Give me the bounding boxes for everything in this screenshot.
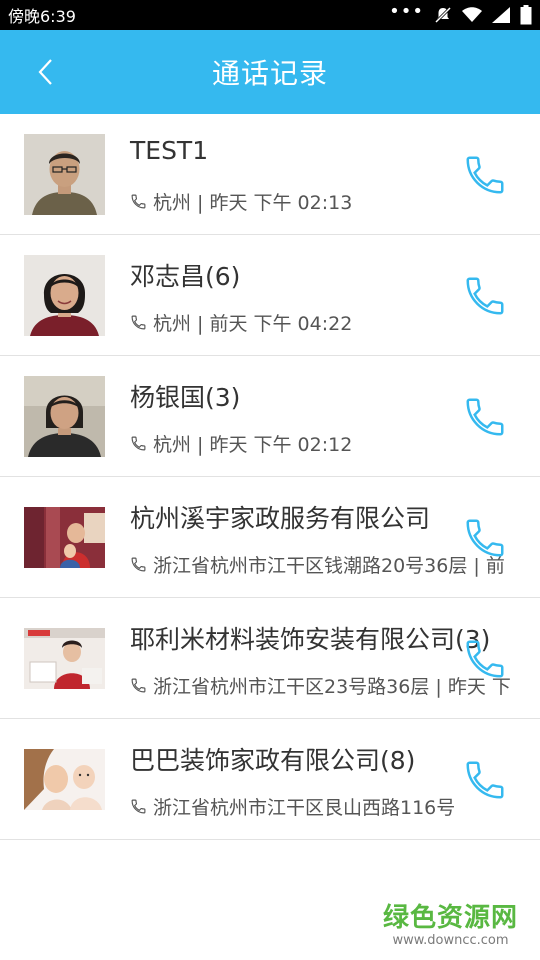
phone-icon [466,156,504,194]
phone-icon [466,640,504,678]
call-record-item[interactable]: 杨银国(3) 杭州 | 昨天 下午 02:12 [0,356,540,477]
call-button[interactable] [462,273,508,319]
call-record-item[interactable]: 杭州溪宇家政服务有限公司 浙江省杭州市江干区钱潮路20号36层 | 前 [0,477,540,598]
status-bar: 傍晚6:39 ••• [0,0,540,30]
avatar [24,618,105,699]
call-detail: 浙江省杭州市江干区钱潮路20号36层 | 前 [130,551,505,578]
contact-name: 耶利米材料装饰安装有限公司(3) [130,625,491,654]
watermark: 绿色资源网 www.downcc.com [383,905,518,947]
call-button[interactable] [462,515,508,561]
phone-icon [466,519,504,557]
status-time: 傍晚6:39 [8,7,76,26]
avatar [24,497,105,578]
call-detail-text: 杭州 | 昨天 下午 02:13 [153,192,353,214]
call-detail: 浙江省杭州市江干区23号路36层 | 昨天 下 [130,672,511,699]
wifi-icon [462,7,482,22]
call-record-item[interactable]: TEST1 杭州 | 昨天 下午 02:13 [0,114,540,235]
call-detail: 浙江省杭州市江干区艮山西路116号 [130,793,455,820]
contact-name: 邓志昌(6) [130,262,241,291]
call-record-item[interactable]: 巴巴装饰家政有限公司(8) 浙江省杭州市江干区艮山西路116号 [0,719,540,840]
title-bar: 通话记录 [0,30,540,114]
contact-name: 杭州溪宇家政服务有限公司 [130,504,431,533]
more-dots-icon: ••• [389,1,424,22]
avatar [24,134,105,215]
call-detail-text: 浙江省杭州市江干区23号路36层 | 昨天 下 [153,676,511,698]
watermark-name: 绿色资源网 [382,903,518,933]
call-button[interactable] [462,757,508,803]
call-button[interactable] [462,636,508,682]
contact-name: 巴巴装饰家政有限公司(8) [130,746,416,775]
small-phone-icon [131,557,146,572]
phone-icon [466,398,504,436]
small-phone-icon [131,436,146,451]
signal-icon [492,7,510,23]
contact-name: TEST1 [130,136,209,165]
contact-name: 杨银国(3) [130,383,241,412]
small-phone-icon [131,678,146,693]
avatar [24,255,105,336]
battery-icon [520,5,532,25]
call-detail: 杭州 | 昨天 下午 02:13 [130,188,352,215]
call-detail-text: 浙江省杭州市江干区钱潮路20号36层 | 前 [153,555,505,577]
call-button[interactable] [462,152,508,198]
avatar [24,739,105,820]
phone-icon [466,761,504,799]
small-phone-icon [131,799,146,814]
call-detail: 杭州 | 前天 下午 04:22 [130,309,352,336]
avatar [24,376,105,457]
small-phone-icon [131,194,146,209]
watermark-url: www.downcc.com [392,933,509,948]
page-title: 通话记录 [211,57,328,90]
status-icons: ••• [389,1,532,25]
call-record-item[interactable]: 邓志昌(6) 杭州 | 前天 下午 04:22 [0,235,540,356]
small-phone-icon [131,315,146,330]
call-record-list: TEST1 杭州 | 昨天 下午 02:13 邓志昌(6) 杭州 | 前天 下午… [0,114,540,840]
call-record-item[interactable]: 耶利米材料装饰安装有限公司(3) 浙江省杭州市江干区23号路36层 | 昨天 下 [0,598,540,719]
call-detail-text: 杭州 | 前天 下午 04:22 [153,313,353,335]
call-detail-text: 杭州 | 昨天 下午 02:12 [153,434,353,456]
call-detail-text: 浙江省杭州市江干区艮山西路116号 [153,797,456,819]
notifications-off-icon [434,6,452,24]
phone-icon [466,277,504,315]
call-detail: 杭州 | 昨天 下午 02:12 [130,430,352,457]
call-button[interactable] [462,394,508,440]
